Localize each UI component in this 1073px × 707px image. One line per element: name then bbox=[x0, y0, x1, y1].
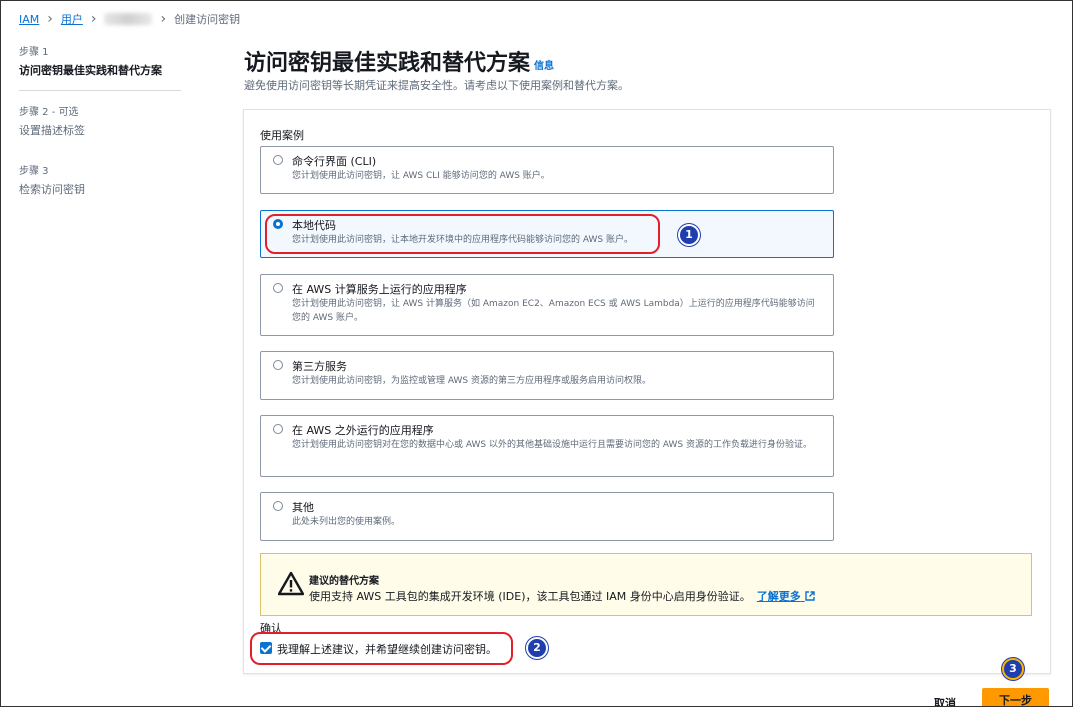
alert-description: 使用支持 AWS 工具包的集成开发环境 (IDE)，该工具包通过 IAM 身份中… bbox=[309, 588, 815, 604]
breadcrumb: IAM › 用户 › › 创建访问密钥 bbox=[19, 11, 240, 27]
wizard-step-3: 步骤 3 检索访问密钥 bbox=[19, 162, 181, 209]
breadcrumb-iam-link[interactable]: IAM bbox=[19, 13, 39, 26]
annotation-highlight-2 bbox=[250, 632, 513, 665]
wizard-step-1: 步骤 1 访问密钥最佳实践和替代方案 bbox=[19, 43, 181, 91]
step-label: 步骤 3 bbox=[19, 166, 49, 177]
option-title: 其他 bbox=[292, 501, 314, 514]
page-subtitle: 避免使用访问密钥等长期凭证来提高安全性。请考虑以下使用案例和替代方案。 bbox=[244, 79, 629, 92]
alert-description-text: 使用支持 AWS 工具包的集成开发环境 (IDE)，该工具包通过 IAM 身份中… bbox=[309, 590, 751, 603]
option-description: 您计划使用此访问密钥，让 AWS 计算服务（如 Amazon EC2、Amazo… bbox=[292, 299, 815, 323]
radio-button[interactable] bbox=[273, 360, 283, 370]
use-case-option-third-party[interactable]: 第三方服务 您计划使用此访问密钥，为监控或管理 AWS 资源的第三方应用程序或服… bbox=[260, 351, 834, 400]
breadcrumb-user-redacted[interactable] bbox=[104, 13, 153, 25]
radio-button[interactable] bbox=[273, 501, 283, 511]
option-description: 您计划使用此访问密钥，为监控或管理 AWS 资源的第三方应用程序或服务启用访问权… bbox=[292, 376, 652, 386]
page-frame: IAM › 用户 › › 创建访问密钥 步骤 1 访问密钥最佳实践和替代方案 步… bbox=[0, 0, 1073, 707]
chevron-right-icon: › bbox=[160, 10, 167, 27]
option-title: 命令行界面 (CLI) bbox=[292, 155, 377, 168]
radio-button[interactable] bbox=[273, 155, 283, 165]
use-case-option-aws-compute[interactable]: 在 AWS 计算服务上运行的应用程序 您计划使用此访问密钥，让 AWS 计算服务… bbox=[260, 274, 834, 336]
option-description: 您计划使用此访问密钥对在您的数据中心或 AWS 以外的其他基础设施中运行且需要访… bbox=[292, 440, 812, 450]
annotation-badge-1: 1 bbox=[680, 226, 698, 244]
page-title: 访问密钥最佳实践和替代方案 信息 bbox=[244, 45, 554, 77]
external-link-icon bbox=[804, 591, 815, 601]
radio-button[interactable] bbox=[273, 283, 283, 293]
wizard-steps: 步骤 1 访问密钥最佳实践和替代方案 步骤 2 - 可选 设置描述标签 步骤 3… bbox=[19, 43, 181, 221]
option-title: 第三方服务 bbox=[292, 360, 347, 373]
chevron-right-icon: › bbox=[90, 10, 97, 27]
alternative-recommendation-alert: 建议的替代方案 使用支持 AWS 工具包的集成开发环境 (IDE)，该工具包通过… bbox=[260, 553, 1032, 616]
use-case-label: 使用案例 bbox=[260, 129, 304, 142]
breadcrumb-users-link[interactable]: 用户 bbox=[61, 11, 83, 27]
next-button[interactable]: 下一步 bbox=[982, 688, 1049, 706]
step-name: 设置描述标签 bbox=[19, 124, 85, 137]
option-description: 您计划使用此访问密钥，让 AWS CLI 能够访问您的 AWS 账户。 bbox=[292, 171, 550, 181]
use-case-option-outside-aws[interactable]: 在 AWS 之外运行的应用程序 您计划使用此访问密钥对在您的数据中心或 AWS … bbox=[260, 415, 834, 477]
breadcrumb-current: 创建访问密钥 bbox=[174, 13, 241, 26]
annotation-highlight-1 bbox=[265, 214, 660, 254]
learn-more-text: 了解更多 bbox=[756, 590, 801, 603]
chevron-right-icon: › bbox=[47, 10, 53, 27]
option-title: 在 AWS 之外运行的应用程序 bbox=[292, 424, 434, 437]
option-description: 此处未列出您的使用案例。 bbox=[292, 517, 401, 527]
step-name: 检索访问密钥 bbox=[19, 183, 85, 196]
step-label: 步骤 1 bbox=[19, 47, 49, 58]
page-title-text: 访问密钥最佳实践和替代方案 bbox=[244, 51, 531, 76]
annotation-badge-3: 3 bbox=[1004, 660, 1022, 678]
step-label: 步骤 2 - 可选 bbox=[19, 107, 79, 118]
radio-button[interactable] bbox=[273, 424, 283, 434]
wizard-step-2: 步骤 2 - 可选 设置描述标签 bbox=[19, 103, 181, 150]
info-link[interactable]: 信息 bbox=[534, 61, 554, 72]
warning-icon bbox=[278, 571, 304, 596]
step-name: 访问密钥最佳实践和替代方案 bbox=[19, 64, 162, 77]
learn-more-link[interactable]: 了解更多 bbox=[757, 590, 815, 603]
annotation-badge-2: 2 bbox=[528, 639, 546, 657]
alert-title: 建议的替代方案 bbox=[309, 576, 379, 587]
use-case-option-other[interactable]: 其他 此处未列出您的使用案例。 bbox=[260, 492, 834, 541]
option-title: 在 AWS 计算服务上运行的应用程序 bbox=[292, 283, 467, 296]
use-case-option-cli[interactable]: 命令行界面 (CLI) 您计划使用此访问密钥，让 AWS CLI 能够访问您的 … bbox=[260, 146, 834, 194]
cancel-button[interactable]: 取消 bbox=[934, 695, 956, 706]
